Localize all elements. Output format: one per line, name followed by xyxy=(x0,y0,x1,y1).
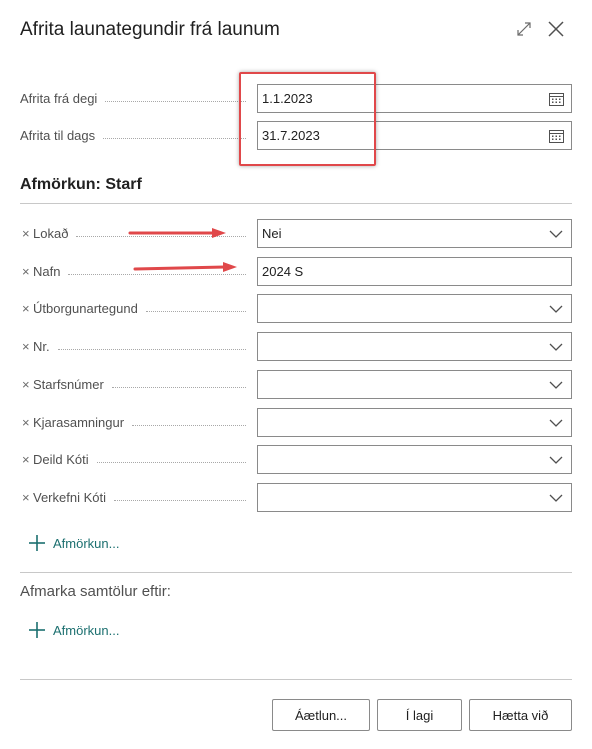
date-to-label: Afrita til dags xyxy=(20,127,96,143)
filter-row: × Verkefni Kóti xyxy=(20,482,572,512)
remove-filter-icon[interactable]: × xyxy=(22,453,33,466)
add-totals-filter-link[interactable]: Afmörkun... xyxy=(28,621,119,639)
filter-label: Nr. xyxy=(33,338,50,354)
filter-label: Starfsnúmer xyxy=(33,376,104,392)
footer-divider xyxy=(20,679,572,680)
filter-row: × Deild Kóti xyxy=(20,444,572,474)
section-divider xyxy=(20,572,572,573)
calendar-icon[interactable] xyxy=(541,85,571,112)
filter-input[interactable]: 2024 S xyxy=(257,257,572,286)
filter-dropdown[interactable] xyxy=(257,294,572,323)
filter-value: Nei xyxy=(262,226,282,241)
remove-filter-icon[interactable]: × xyxy=(22,340,33,353)
chevron-down-icon[interactable] xyxy=(541,409,571,436)
calendar-icon[interactable] xyxy=(541,122,571,149)
annotation-arrow xyxy=(128,228,226,238)
remove-filter-icon[interactable]: × xyxy=(22,227,33,240)
chevron-down-icon[interactable] xyxy=(541,333,571,360)
plus-icon xyxy=(29,535,45,551)
add-filter-link[interactable]: Afmörkun... xyxy=(28,534,119,552)
filter-dropdown[interactable] xyxy=(257,445,572,474)
filter-dropdown[interactable] xyxy=(257,483,572,512)
totals-section-title: Afmarka samtölur eftir: xyxy=(20,583,171,600)
filter-row: × Kjarasamningur xyxy=(20,407,572,437)
chevron-down-icon[interactable] xyxy=(541,446,571,473)
plus-icon xyxy=(29,622,45,638)
add-totals-filter-label: Afmörkun... xyxy=(53,622,120,638)
remove-filter-icon[interactable]: × xyxy=(22,491,33,504)
expand-arrows-icon[interactable] xyxy=(513,18,535,40)
filter-row: × Nafn 2024 S xyxy=(20,256,572,286)
filter-label: Deild Kóti xyxy=(33,451,89,467)
chevron-down-icon[interactable] xyxy=(541,371,571,398)
filter-dropdown[interactable] xyxy=(257,370,572,399)
remove-filter-icon[interactable]: × xyxy=(22,265,33,278)
filter-label: Verkefni Kóti xyxy=(33,489,106,505)
filter-row: × Lokað Nei xyxy=(20,218,572,248)
filter-label: Nafn xyxy=(33,263,61,279)
annotation-arrow xyxy=(133,262,237,272)
ok-button[interactable]: Í lagi xyxy=(377,699,462,731)
remove-filter-icon[interactable]: × xyxy=(22,416,33,429)
filter-row: × Útborgunartegund xyxy=(20,293,572,323)
cancel-button[interactable]: Hætta við xyxy=(469,699,572,731)
filter-row: × Nr. xyxy=(20,331,572,361)
chevron-down-icon[interactable] xyxy=(541,295,571,322)
filter-row: × Starfsnúmer xyxy=(20,369,572,399)
filter-label: Lokað xyxy=(33,225,69,241)
chevron-down-icon[interactable] xyxy=(541,220,571,247)
dialog-title: Afrita launategundir frá launum xyxy=(20,19,280,40)
filter-value: 2024 S xyxy=(262,264,304,279)
annotation-highlight-box xyxy=(239,72,376,166)
filter-label: Útborgunartegund xyxy=(33,300,138,316)
chevron-down-icon[interactable] xyxy=(541,484,571,511)
close-icon[interactable] xyxy=(545,18,567,40)
section-divider xyxy=(20,203,572,204)
filter-label: Kjarasamningur xyxy=(33,414,125,430)
remove-filter-icon[interactable]: × xyxy=(22,378,33,391)
schedule-button[interactable]: Áætlun... xyxy=(272,699,370,731)
filter-dropdown[interactable] xyxy=(257,332,572,361)
date-from-label: Afrita frá degi xyxy=(20,90,98,106)
filter-dropdown[interactable] xyxy=(257,408,572,437)
remove-filter-icon[interactable]: × xyxy=(22,302,33,315)
filter-section-title: Afmörkun: Starf xyxy=(20,176,142,193)
copy-pay-types-dialog: Afrita launategundir frá launum Afrita f… xyxy=(0,0,592,749)
filter-dropdown[interactable]: Nei xyxy=(257,219,572,248)
add-filter-label: Afmörkun... xyxy=(53,535,120,551)
